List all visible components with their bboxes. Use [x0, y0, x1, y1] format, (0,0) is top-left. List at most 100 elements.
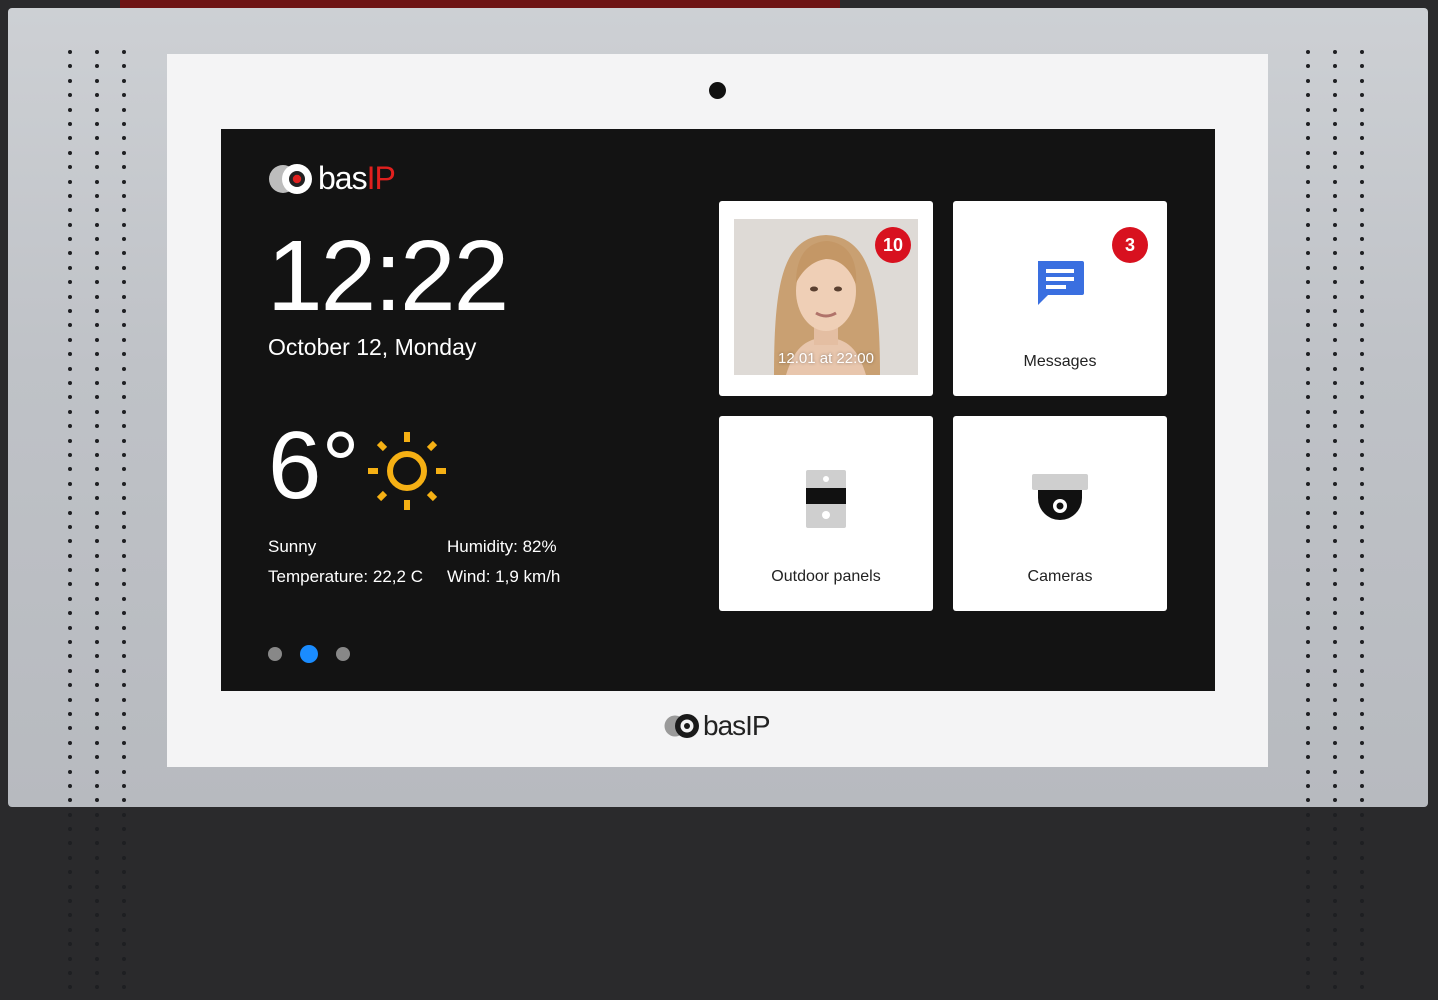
- speaker-hole: [95, 971, 99, 975]
- speaker-hole: [68, 467, 72, 472]
- speaker-hole: [95, 985, 99, 990]
- speaker-hole: [68, 165, 72, 170]
- speaker-hole: [1333, 366, 1337, 371]
- speaker-hole: [1360, 611, 1364, 616]
- outdoor-panels-tile[interactable]: Outdoor panels: [719, 416, 933, 611]
- speaker-hole: [122, 783, 126, 788]
- speaker-hole: [1360, 956, 1364, 961]
- speaker-hole: [95, 496, 99, 501]
- speaker-hole: [95, 841, 99, 846]
- speaker-hole: [122, 899, 126, 904]
- speaker-hole: [95, 251, 99, 256]
- speaker-hole: [95, 870, 99, 875]
- page-dot-active[interactable]: [300, 645, 318, 663]
- cameras-tile[interactable]: Cameras: [953, 416, 1167, 611]
- speaker-grille-left: [68, 50, 126, 1000]
- speaker-hole: [1333, 913, 1337, 918]
- speaker-hole: [1360, 467, 1364, 472]
- speaker-hole: [1360, 870, 1364, 875]
- speaker-hole: [1306, 323, 1310, 328]
- speaker-hole: [1360, 280, 1364, 285]
- speaker-hole: [122, 711, 126, 716]
- speaker-hole: [122, 165, 126, 170]
- speaker-hole: [1360, 337, 1364, 342]
- speaker-hole: [95, 265, 99, 270]
- weather-temperature: 6°: [268, 412, 360, 519]
- speaker-hole: [68, 668, 72, 673]
- speaker-hole: [68, 424, 72, 429]
- speaker-hole: [1360, 524, 1364, 529]
- page-dot[interactable]: [268, 647, 282, 661]
- speaker-hole: [1333, 884, 1337, 889]
- speaker-hole: [68, 654, 72, 659]
- speaker-hole: [1306, 870, 1310, 875]
- speaker-hole: [1306, 222, 1310, 227]
- speaker-hole: [1333, 150, 1337, 155]
- speaker-hole: [1360, 855, 1364, 860]
- speaker-hole: [122, 121, 126, 126]
- speaker-hole: [1306, 136, 1310, 141]
- outdoor-panel-icon: [806, 470, 846, 528]
- speaker-hole: [68, 496, 72, 501]
- speaker-hole: [1360, 78, 1364, 83]
- speaker-hole: [122, 193, 126, 198]
- speaker-hole: [1333, 93, 1337, 98]
- speaker-hole: [68, 582, 72, 587]
- speaker-hole: [1333, 179, 1337, 184]
- speaker-hole: [122, 812, 126, 817]
- speaker-hole: [122, 366, 126, 371]
- speaker-hole: [1360, 841, 1364, 846]
- speaker-hole: [122, 539, 126, 544]
- speaker-hole: [1306, 121, 1310, 126]
- speaker-hole: [95, 93, 99, 98]
- speaker-hole: [122, 208, 126, 213]
- speaker-hole: [1360, 309, 1364, 314]
- speaker-hole: [122, 323, 126, 328]
- speaker-hole: [1360, 697, 1364, 702]
- speaker-hole: [68, 812, 72, 817]
- speaker-hole: [95, 208, 99, 213]
- speaker-hole: [122, 884, 126, 889]
- speaker-hole: [1360, 107, 1364, 112]
- speaker-hole: [1333, 611, 1337, 616]
- speaker-hole: [95, 855, 99, 860]
- speaker-hole: [95, 827, 99, 832]
- call-log-tile[interactable]: 12.01 at 22:00 10: [719, 201, 933, 396]
- speaker-hole: [1333, 352, 1337, 357]
- speaker-hole: [122, 726, 126, 731]
- speaker-hole: [122, 524, 126, 529]
- bezel-brand-logo: basIP: [664, 710, 771, 742]
- speaker-hole: [95, 956, 99, 961]
- call-timestamp: 12.01 at 22:00: [778, 350, 874, 367]
- speaker-hole: [1333, 165, 1337, 170]
- speaker-hole: [1306, 855, 1310, 860]
- speaker-hole: [95, 524, 99, 529]
- speaker-hole: [95, 711, 99, 716]
- speaker-hole: [68, 78, 72, 83]
- speaker-hole: [68, 855, 72, 860]
- speaker-hole: [68, 237, 72, 242]
- speaker-hole: [68, 438, 72, 443]
- speaker-hole: [95, 237, 99, 242]
- speaker-hole: [68, 870, 72, 875]
- speaker-hole: [1360, 913, 1364, 918]
- speaker-hole: [1360, 755, 1364, 760]
- speaker-hole: [1333, 237, 1337, 242]
- speaker-hole: [68, 395, 72, 400]
- brand-wordmark: basIP: [318, 160, 396, 196]
- messages-tile[interactable]: 3 Messages: [953, 201, 1167, 396]
- speaker-hole: [1306, 165, 1310, 170]
- speaker-hole: [95, 697, 99, 702]
- speaker-hole: [68, 899, 72, 904]
- speaker-hole: [1306, 352, 1310, 357]
- page-indicator: [268, 645, 350, 663]
- page-dot[interactable]: [336, 647, 350, 661]
- speaker-hole: [1333, 668, 1337, 673]
- speaker-hole: [1360, 654, 1364, 659]
- speaker-hole: [1306, 265, 1310, 270]
- speaker-hole: [68, 510, 72, 515]
- speaker-hole: [1306, 582, 1310, 587]
- speaker-hole: [68, 380, 72, 385]
- speaker-hole: [1306, 424, 1310, 429]
- speaker-hole: [1306, 913, 1310, 918]
